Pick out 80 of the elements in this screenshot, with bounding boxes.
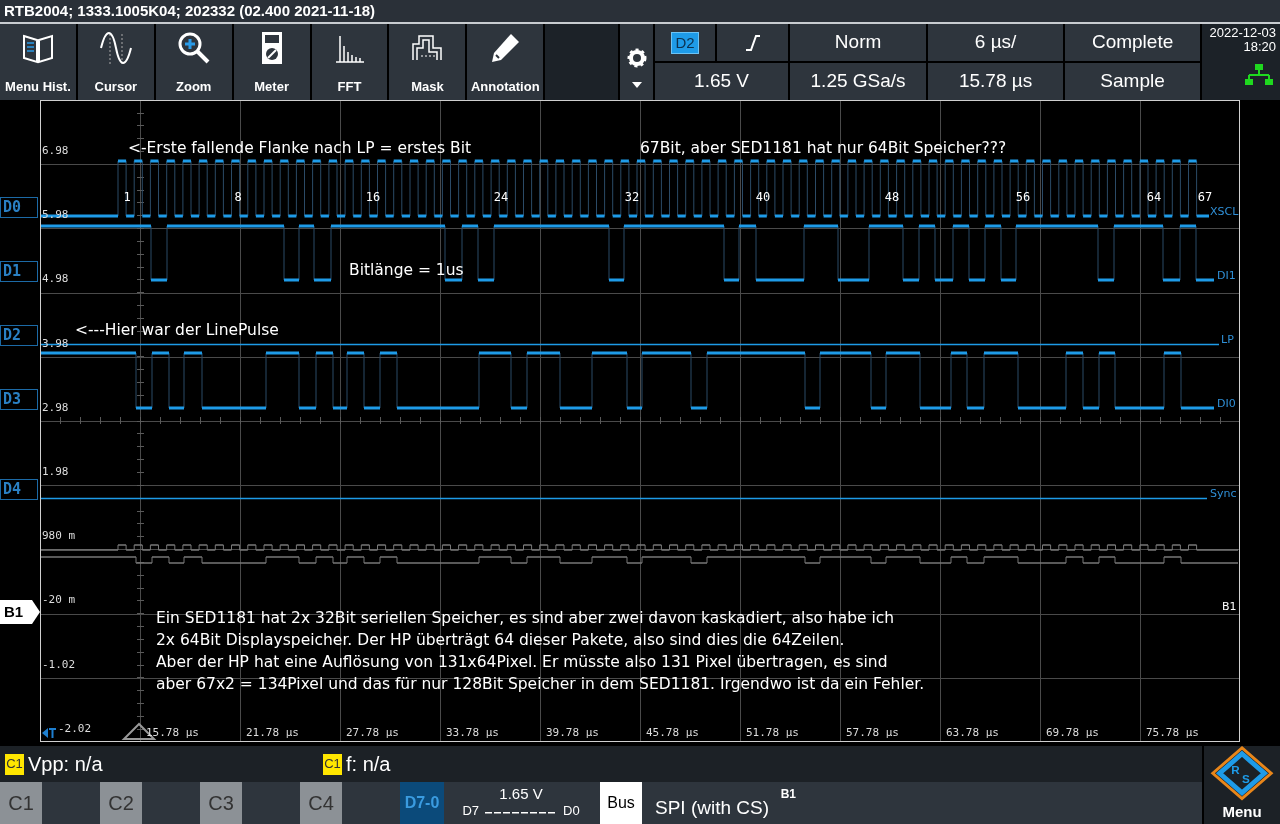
axis-label: 57.78 µs (846, 727, 899, 739)
toolbar-button[interactable]: FFT (311, 24, 388, 100)
axis-label: -20 m (42, 594, 76, 606)
toolbar-button[interactable]: Zoom (155, 24, 232, 100)
axis-label: 51.78 µs (746, 727, 799, 739)
trigger-mode-button[interactable]: Norm (790, 24, 927, 61)
sine-wave-icon (97, 30, 134, 66)
trace-label: XSCL (1210, 206, 1239, 218)
bit-number: 8 (234, 190, 242, 204)
axis-label: 21.78 µs (246, 727, 299, 739)
caret-icon (631, 82, 642, 88)
axis-label: -1.02 (42, 659, 76, 671)
time-scale-button[interactable]: 6 µs/ (928, 24, 1064, 61)
axis-label: 45.78 µs (646, 727, 699, 739)
bit-number: 48 (884, 190, 900, 204)
axis-label: 2.98 (42, 402, 69, 414)
trace-label: Sync (1210, 488, 1237, 500)
logo-letter: S (1242, 772, 1250, 785)
bit-number: 16 (365, 190, 381, 204)
toolbar-button[interactable]: Meter (233, 24, 310, 100)
trace-label: DI1 (1217, 270, 1236, 282)
trace-label: B1 (1222, 601, 1237, 613)
annotation-text: 67Bit, aber SED1181 hat nur 64Bit Speicher??? (640, 138, 1007, 159)
trigger-level-button[interactable]: 1.65 V (655, 63, 789, 100)
bit-number: 24 (493, 190, 509, 204)
bit-number: 1 (123, 190, 131, 204)
network-icon (1243, 64, 1274, 86)
channel-label: D1 (0, 261, 38, 282)
axis-label: 5.98 (42, 209, 69, 221)
axis-label: 4.98 (42, 273, 69, 285)
bit-number: 32 (624, 190, 640, 204)
annotation-text: <-Erste fallende Flanke nach LP = erstes Bit (128, 138, 472, 159)
channel-badge: C1 (5, 753, 24, 775)
axis-label: 980 m (42, 530, 76, 542)
bit-number: 67 (1197, 190, 1213, 204)
acquisition-mode-button[interactable]: Sample (1065, 63, 1201, 100)
channel-label: D0 (0, 197, 38, 218)
sample-rate-button[interactable]: 1.25 GSa/s (790, 63, 927, 100)
menu-button[interactable]: R S Menu (1202, 746, 1280, 824)
annotation-text: Bitlänge = 1us (349, 260, 464, 281)
annotation-text: Ein SED1181 hat 2x 32Bit seriellen Speicher, es sind aber zwei davon kaskadiert, also habe ich 2x 64Bit Displayspeicher. Der HP überträgt 64 dieser Pakete, also sind dies die 64Zeilen. Aber der HP hat eine Auflösung von 131x64Pixel. Er müsste also 131 Pixel übertragen, es sind aber 67x2 = 134Pixel und das für nur 128Bit Speicher in dem SED1181. Irgendwo ist da ein Fehler. (156, 608, 925, 695)
rising-edge-icon (744, 33, 761, 52)
axis-label: 75.78 µs (1146, 727, 1199, 739)
axis-label: 33.78 µs (446, 727, 499, 739)
time-position-button[interactable]: 15.78 µs (928, 63, 1064, 100)
bus-label: B1 (0, 600, 40, 624)
toolbar-button[interactable]: Cursor (77, 24, 154, 100)
window-title: RTB2004; 1333.1005K04; 202332 (02.400 2021-11-18) (0, 0, 1280, 24)
trace-label: DI0 (1217, 398, 1236, 410)
channel-label: D3 (0, 389, 38, 410)
trace-label: LP (1221, 334, 1234, 346)
channel-label: D2 (0, 325, 38, 346)
axis-label: 15.78 µs (146, 727, 199, 739)
axis-label: 69.78 µs (1046, 727, 1099, 739)
axis-label: -2.02 (58, 723, 92, 735)
logo-icon (1210, 746, 1274, 801)
trigger-slope-button[interactable] (717, 24, 789, 61)
bit-number: 64 (1146, 190, 1162, 204)
date-label: 2022-12-03 (1209, 26, 1276, 40)
toolbar-button[interactable]: Menu Hist. (0, 24, 76, 100)
measurement-value: Vpp: n/a (28, 752, 103, 777)
logo-letter: R (1231, 763, 1240, 777)
bit-number: 56 (1015, 190, 1031, 204)
toolbar-button[interactable]: Mask (389, 24, 466, 100)
channel-badge: C1 (323, 753, 342, 775)
trigger-level-icon (42, 728, 56, 738)
axis-label: 39.78 µs (546, 727, 599, 739)
acquisition-state-button[interactable]: Complete (1065, 24, 1201, 61)
annotation-text: <---Hier war der LinePulse (75, 320, 279, 341)
axis-label: 1.98 (42, 466, 69, 478)
axis-label: 27.78 µs (346, 727, 399, 739)
channel-label: D4 (0, 479, 38, 500)
time-label: 18:20 (1243, 40, 1276, 54)
axis-label: 63.78 µs (946, 727, 999, 739)
bit-number: 40 (755, 190, 771, 204)
toolbar-button[interactable]: Annotation (467, 24, 544, 100)
measurement-value: f: n/a (346, 752, 391, 777)
trigger-source-button[interactable]: D2 (655, 24, 716, 61)
axis-label: 6.98 (42, 145, 69, 157)
settings-icon (626, 48, 647, 68)
